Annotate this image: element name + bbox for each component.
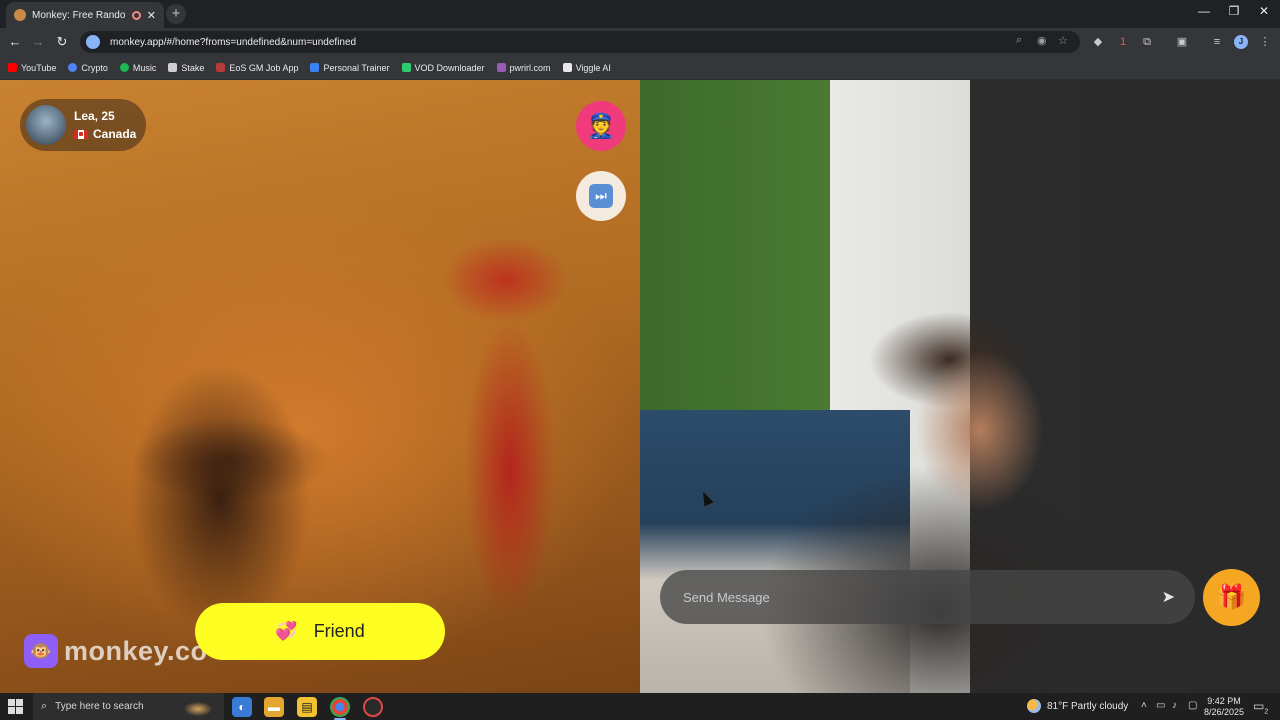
send-arrow-icon[interactable]: ➤ bbox=[1162, 587, 1175, 607]
send-message-input[interactable] bbox=[683, 589, 1162, 605]
viggle-icon bbox=[562, 63, 572, 72]
volume-icon[interactable]: ♪ bbox=[1172, 700, 1177, 711]
gift-icon: 🎁 bbox=[1216, 584, 1247, 611]
recording-app-icon[interactable] bbox=[363, 697, 383, 717]
bookmark-vod-downloader[interactable]: VOD Downloader bbox=[401, 63, 485, 73]
restore-button[interactable]: ❐ bbox=[1219, 4, 1249, 18]
bookmark-viggle-ai[interactable]: Viggle AI bbox=[562, 63, 611, 73]
file-explorer-icon[interactable]: ▬ bbox=[264, 697, 284, 717]
tab-title: Monkey: Free Random Vide bbox=[32, 9, 126, 21]
spotify-icon bbox=[119, 63, 129, 72]
side-panel-icon[interactable]: ▣ bbox=[1174, 34, 1190, 50]
network-icon[interactable]: ▭ bbox=[1156, 700, 1165, 711]
address-bar[interactable]: monkey.app/#/home?froms=undefined&num=un… bbox=[80, 31, 1080, 53]
youtube-icon bbox=[8, 63, 17, 72]
extension-badge: 1 bbox=[1119, 36, 1127, 48]
extensions-puzzle-icon[interactable]: ⧉ bbox=[1139, 34, 1155, 50]
minimize-button[interactable]: — bbox=[1189, 4, 1219, 18]
skip-button[interactable]: ⏭ bbox=[576, 171, 626, 221]
hearts-icon: 💞 bbox=[275, 621, 298, 641]
profile-avatar[interactable]: J bbox=[1234, 35, 1248, 49]
notifications-icon[interactable]: ▭2 bbox=[1253, 699, 1268, 715]
bookmark-stake[interactable]: Stake bbox=[168, 63, 204, 73]
windows-taskbar: ⌕ Type here to search ◐ ▬ ▤ 81°F Partly … bbox=[0, 693, 1280, 720]
page-viewport: Lea, 25 Canada 👮 ⏭ 🐵 monkey.co 💞 Friend … bbox=[0, 80, 1280, 693]
chrome-icon[interactable] bbox=[330, 697, 350, 720]
back-arrow-icon[interactable]: ← bbox=[5, 32, 25, 52]
tab-close-icon[interactable]: ✕ bbox=[147, 9, 156, 22]
extension-1-icon[interactable]: ◆ bbox=[1090, 34, 1106, 50]
trainer-icon bbox=[310, 63, 320, 72]
match-avatar bbox=[26, 105, 66, 145]
police-officer-icon: 👮 bbox=[586, 112, 616, 140]
monkey-favicon-icon bbox=[14, 9, 26, 21]
url-text: monkey.app/#/home?froms=undefined&num=un… bbox=[110, 36, 357, 48]
media-controls-icon[interactable]: ≡ bbox=[1209, 34, 1225, 50]
system-clock[interactable]: 9:42 PM 8/26/2025 bbox=[1202, 696, 1246, 718]
bookmark-pwrirl[interactable]: pwrirl.com bbox=[496, 63, 551, 73]
match-country: Canada bbox=[74, 127, 136, 141]
search-highlight-image bbox=[178, 696, 218, 718]
bookmark-music[interactable]: Music bbox=[119, 63, 156, 73]
weather-widget[interactable]: 81°F Partly cloudy bbox=[1027, 699, 1128, 713]
bookmark-personal-trainer[interactable]: Personal Trainer bbox=[310, 63, 390, 73]
tracking-protection-icon[interactable]: ◉ bbox=[1037, 34, 1047, 47]
monkey-logo: 🐵 monkey.co bbox=[24, 634, 208, 668]
forward-arrow-icon[interactable]: → bbox=[28, 32, 48, 52]
canada-flag-icon bbox=[74, 129, 88, 139]
bookmark-eos-gm-job-app[interactable]: EoS GM Job App bbox=[216, 63, 298, 73]
chevron-up-icon[interactable]: ˄ bbox=[1141, 700, 1147, 711]
logo-wordmark: monkey.co bbox=[64, 635, 208, 666]
monkey-face-icon: 🐵 bbox=[24, 634, 58, 668]
vod-icon bbox=[401, 63, 411, 72]
match-profile-card[interactable]: Lea, 25 Canada bbox=[20, 99, 146, 151]
weather-text: 81°F Partly cloudy bbox=[1047, 700, 1129, 712]
search-icon: ⌕ bbox=[41, 700, 48, 712]
display-icon[interactable]: ▢ bbox=[1188, 700, 1197, 711]
new-tab-button[interactable]: + bbox=[166, 4, 186, 24]
local-video-subject bbox=[730, 280, 1150, 693]
recording-indicator-icon bbox=[131, 10, 141, 20]
clock-date: 8/26/2025 bbox=[1203, 707, 1245, 717]
remote-video-background-figure bbox=[420, 250, 600, 690]
browser-tab-monkey[interactable]: Monkey: Free Random Vide ✕ bbox=[6, 2, 164, 28]
zoom-icon[interactable]: ⌕ bbox=[1016, 34, 1022, 47]
pwrirl-icon bbox=[496, 63, 506, 72]
browser-toolbar: ← → ↻ monkey.app/#/home?froms=undefined&… bbox=[0, 28, 1280, 56]
match-country-label: Canada bbox=[93, 127, 137, 141]
edge-browser-icon[interactable]: ◐ bbox=[232, 697, 252, 717]
clock-time: 9:42 PM bbox=[1207, 696, 1241, 706]
match-name-age: Lea, 25 bbox=[74, 109, 115, 123]
friend-button[interactable]: 💞 Friend bbox=[195, 603, 445, 660]
windows-start-icon[interactable] bbox=[8, 699, 23, 714]
notification-count: 2 bbox=[1264, 708, 1269, 716]
menu-icon[interactable]: ⋮ bbox=[1257, 34, 1273, 50]
partly-cloudy-icon bbox=[1027, 699, 1041, 713]
stake-icon bbox=[168, 63, 178, 72]
eos-icon bbox=[216, 63, 226, 72]
gift-button[interactable]: 🎁 bbox=[1203, 569, 1260, 626]
reload-icon[interactable]: ↻ bbox=[52, 32, 72, 52]
friend-button-label: Friend bbox=[313, 621, 365, 641]
tab-strip: Monkey: Free Random Vide ✕ + — ❐ ✕ bbox=[0, 0, 1280, 28]
bookmarks-bar: YouTube Crypto Music Stake EoS GM Job Ap… bbox=[0, 56, 1280, 80]
bookmark-star-icon[interactable]: ☆ bbox=[1058, 34, 1068, 47]
report-button[interactable]: 👮 bbox=[576, 101, 626, 151]
bookmark-youtube[interactable]: YouTube bbox=[8, 63, 56, 73]
chat-message-bar: ➤ bbox=[660, 570, 1195, 624]
window-close-button[interactable]: ✕ bbox=[1249, 4, 1279, 18]
extension-2-icon[interactable]: 1 bbox=[1115, 34, 1131, 50]
taskbar-search-placeholder: Type here to search bbox=[55, 701, 144, 712]
sticky-notes-icon[interactable]: ▤ bbox=[297, 697, 317, 717]
site-info-icon[interactable] bbox=[86, 35, 100, 49]
crypto-icon bbox=[68, 63, 78, 72]
bookmark-crypto[interactable]: Crypto bbox=[68, 63, 108, 73]
skip-forward-icon: ⏭ bbox=[589, 184, 613, 208]
